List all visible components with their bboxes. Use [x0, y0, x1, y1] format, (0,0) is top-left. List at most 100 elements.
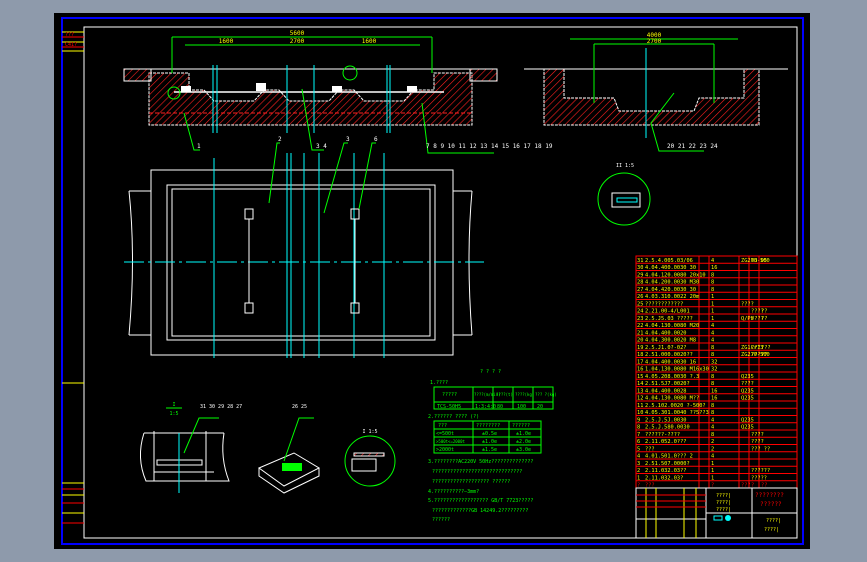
bom-cell: 22: [637, 323, 643, 329]
bom-cell: 7: [637, 432, 640, 438]
svg-text:5.?????????????????? GB/T 7723: 5.?????????????????? GB/T 7723?????: [428, 498, 533, 504]
bom-cell: 4.04.200.0030 M30: [645, 280, 699, 286]
strip-label: ???: [65, 32, 74, 38]
bom-cell: Q235: [741, 374, 754, 380]
svg-text:????(t): ????(t): [496, 392, 513, 397]
svg-text:??? ?(kg): ??? ?(kg): [535, 392, 557, 397]
bom-cell: 2.21.00-4/L001: [645, 309, 690, 315]
svg-text:1.????: 1.????: [430, 380, 448, 386]
bom-cell: 4: [711, 454, 714, 460]
bom-cell: 8: [711, 381, 714, 387]
svg-text:±1.5e: ±1.5e: [482, 447, 497, 453]
svg-text:20: 20: [537, 404, 543, 410]
bom-cell: Q235: [741, 425, 754, 431]
svg-text:??????: ??????: [512, 423, 530, 429]
svg-text:??????: ??????: [760, 501, 782, 508]
svg-text:???: ???: [438, 423, 447, 429]
bom-cell: 8: [711, 403, 714, 409]
bom-cell: 4.04.120.0080 20x10: [645, 272, 706, 278]
bom-cell: ??????: [751, 468, 770, 474]
bom-cell: 8: [711, 345, 714, 351]
svg-text:TCS-50H5: TCS-50H5: [437, 404, 461, 410]
svg-text:?????????????GB 14249.2???????: ?????????????GB 14249.2?????????: [432, 508, 528, 514]
bom-cell: 8: [711, 374, 714, 380]
bom-cell: 2.51.000.0020??: [645, 352, 693, 358]
bom-cell: 21: [637, 330, 643, 336]
bom-cell: 2.51.5J7.0020?: [645, 381, 690, 387]
plan-view: 2 3 6: [124, 136, 484, 358]
bom-cell: 1: [711, 301, 714, 307]
bom-cell: 12: [637, 396, 643, 402]
bom-row: 29 4.04.120.0080 20x10 8: [637, 272, 714, 278]
section-view-main: 5600 2700 1600 1600 1 3 4 7 8 9 10 11 12…: [123, 30, 553, 154]
bom-cell: ??: [761, 352, 767, 358]
bom-cell: 9: [637, 417, 640, 423]
bom-cell: 6: [637, 439, 640, 445]
technical-notes: ? ? ? ? 1.???? ????? ????(m/min) ????(t)…: [428, 369, 557, 523]
bom-cell: Q235: [741, 417, 754, 423]
dim-inner: 2700: [290, 38, 305, 45]
bom-cell: 4.03.310.0022 20m: [645, 294, 699, 300]
svg-text:??????????????????? ??????: ??????????????????? ??????: [432, 479, 510, 485]
bom-cell: 18: [637, 352, 643, 358]
bom-cell: ???: [751, 345, 761, 351]
bom-cell: 4.04.400.0030 30: [645, 265, 696, 271]
bom-cell: 4.04.300.0020 M8: [645, 338, 696, 344]
bom-cell: ????: [751, 432, 764, 438]
bom-cell: 4.04.420.0030 30: [645, 287, 696, 293]
bom-cell: 2.5.J1.0?-02?: [645, 345, 686, 351]
svg-text:20 21 22 23 24: 20 21 22 23 24: [667, 143, 718, 150]
bom-cell: 19: [637, 345, 643, 351]
bom-cell: 11: [637, 403, 643, 409]
detail-label: II 1:5: [616, 163, 634, 169]
bom-cell: 24: [637, 309, 643, 315]
svg-text:100: 100: [517, 404, 526, 410]
dim-total: 5600: [290, 30, 305, 37]
balloon: 3: [346, 136, 350, 143]
detail-views: I 1:5 31 30 29 28 27 26 25 I 1:5: [140, 402, 396, 494]
bom-cell: 17: [637, 359, 643, 365]
balloon: 2: [278, 136, 282, 143]
bom-cell: 8: [637, 425, 640, 431]
bom-cell: 8: [711, 272, 714, 278]
bom-cell: Q235: [741, 396, 754, 402]
bom-cell: 5: [637, 446, 640, 452]
bom-cell: 16: [637, 367, 643, 373]
bom-cell: 4.04.130.0080 M??: [645, 396, 699, 402]
bom-cell: 1: [711, 316, 714, 322]
bom-cell: ???: [761, 345, 771, 351]
bom-cell: 2.11.032.03?: [645, 475, 683, 481]
bom-row: 16 1.04.130.0080 M16x30 32: [637, 367, 717, 373]
svg-text:1:5: 1:5: [169, 411, 178, 417]
balloon: 6: [374, 136, 378, 143]
svg-text:3.????????AC220V 50Hz????????: 3.????????AC220V 50Hz??????????????: [428, 459, 533, 465]
bom-cell: 8: [711, 432, 714, 438]
svg-text:±1.0e: ±1.0e: [482, 439, 497, 445]
bom-cell: 31: [637, 258, 643, 264]
bom-cell: 4.05.301.0040 ??5??3: [645, 410, 709, 416]
bom-cell: ??: [761, 316, 767, 322]
bom-cell: ????: [741, 301, 754, 307]
bom-cell: 4: [711, 417, 714, 423]
svg-text:????|: ????|: [766, 518, 781, 524]
svg-text:I: I: [172, 402, 175, 408]
bill-of-materials: 31 2.5.4.005.03/06 4 ZG270-50003 0530 4.04.4…: [635, 255, 798, 489]
bom-cell: ????: [741, 381, 754, 387]
cad-drawing-canvas[interactable]: ??? C41? 5600 2700 1600 1600 1 3 4 7 8 9…: [54, 13, 810, 549]
bom-cell: 1: [711, 468, 714, 474]
bom-row: 11 2.5.102.0020 ?-500? 8: [637, 403, 714, 409]
bom-cell: 32: [711, 359, 717, 365]
bom-cell: 28: [637, 280, 643, 286]
bom-cell: 4.04.400.0020: [645, 330, 686, 336]
bom-cell: 2.5.J.580.0030: [645, 425, 690, 431]
bom-cell: ????????????: [645, 301, 683, 307]
svg-text:1:3:4:0: 1:3:4:0: [475, 404, 496, 410]
bom-cell: 2: [711, 446, 714, 452]
svg-text:????|: ????|: [716, 507, 731, 513]
bom-cell: 26: [637, 294, 643, 300]
bom-cell: ????: [751, 439, 764, 445]
svg-text:????|: ????|: [764, 527, 779, 533]
bom-cell: ??? ??: [751, 446, 770, 452]
svg-text:>2000t: >2000t: [436, 447, 454, 453]
bom-cell: 3: [637, 461, 640, 467]
